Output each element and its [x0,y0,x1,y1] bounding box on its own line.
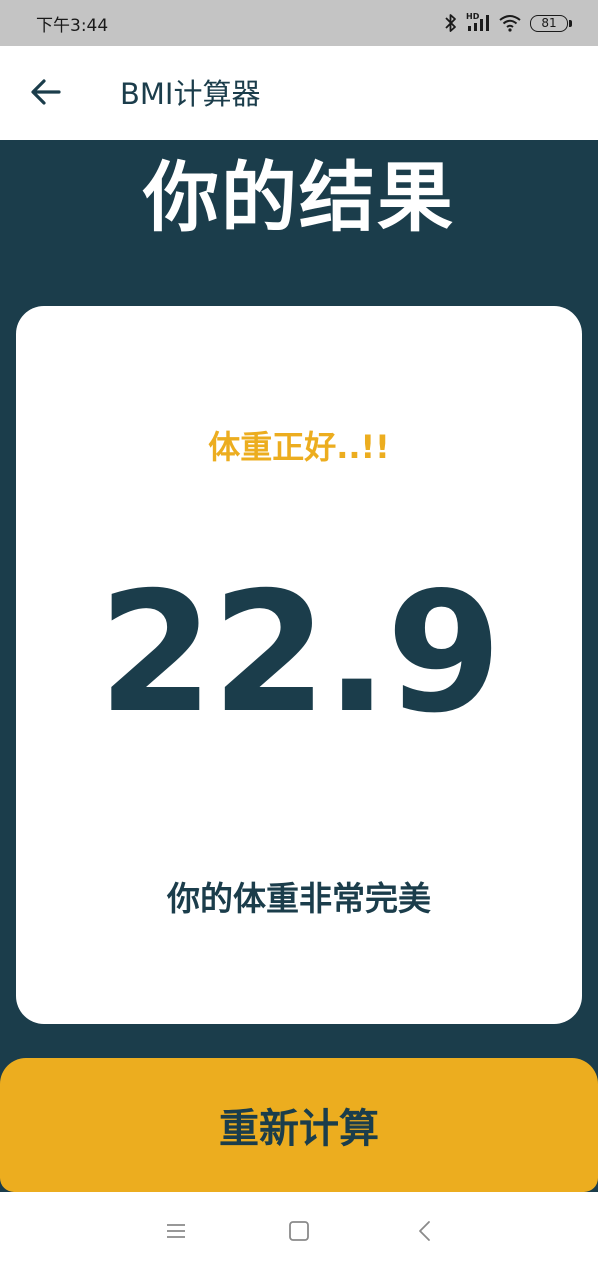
status-time: 下午3:44 [36,15,109,36]
bluetooth-icon [444,13,458,33]
wifi-icon [498,14,522,32]
back-chevron-icon [417,1220,433,1246]
nav-back-button[interactable] [410,1218,440,1248]
bmi-value: 22.9 [98,557,502,750]
menu-button[interactable] [161,1218,191,1248]
page-title: 你的结果 [143,153,455,242]
app-title: BMI计算器 [120,77,261,111]
battery-icon: 81 [530,14,572,32]
result-card: 体重正好..!! 22.9 你的体重非常完美 [16,306,582,1024]
back-button[interactable] [28,76,64,112]
hd-signal-icon: HD [466,12,490,32]
menu-icon [165,1222,187,1244]
home-button[interactable] [284,1218,314,1248]
bmi-status-label: 体重正好..!! [208,428,390,466]
arrow-left-icon [31,79,61,109]
hd-label: HD [466,12,480,21]
status-icons: HD 81 [444,12,572,33]
bmi-message: 你的体重非常完美 [167,879,431,918]
system-nav-bar [0,1192,598,1272]
app-bar: BMI计算器 [0,46,598,140]
home-square-icon [288,1220,310,1246]
recalculate-button[interactable]: 重新计算 [0,1058,598,1192]
status-bar: 下午3:44 HD 81 [0,0,598,46]
